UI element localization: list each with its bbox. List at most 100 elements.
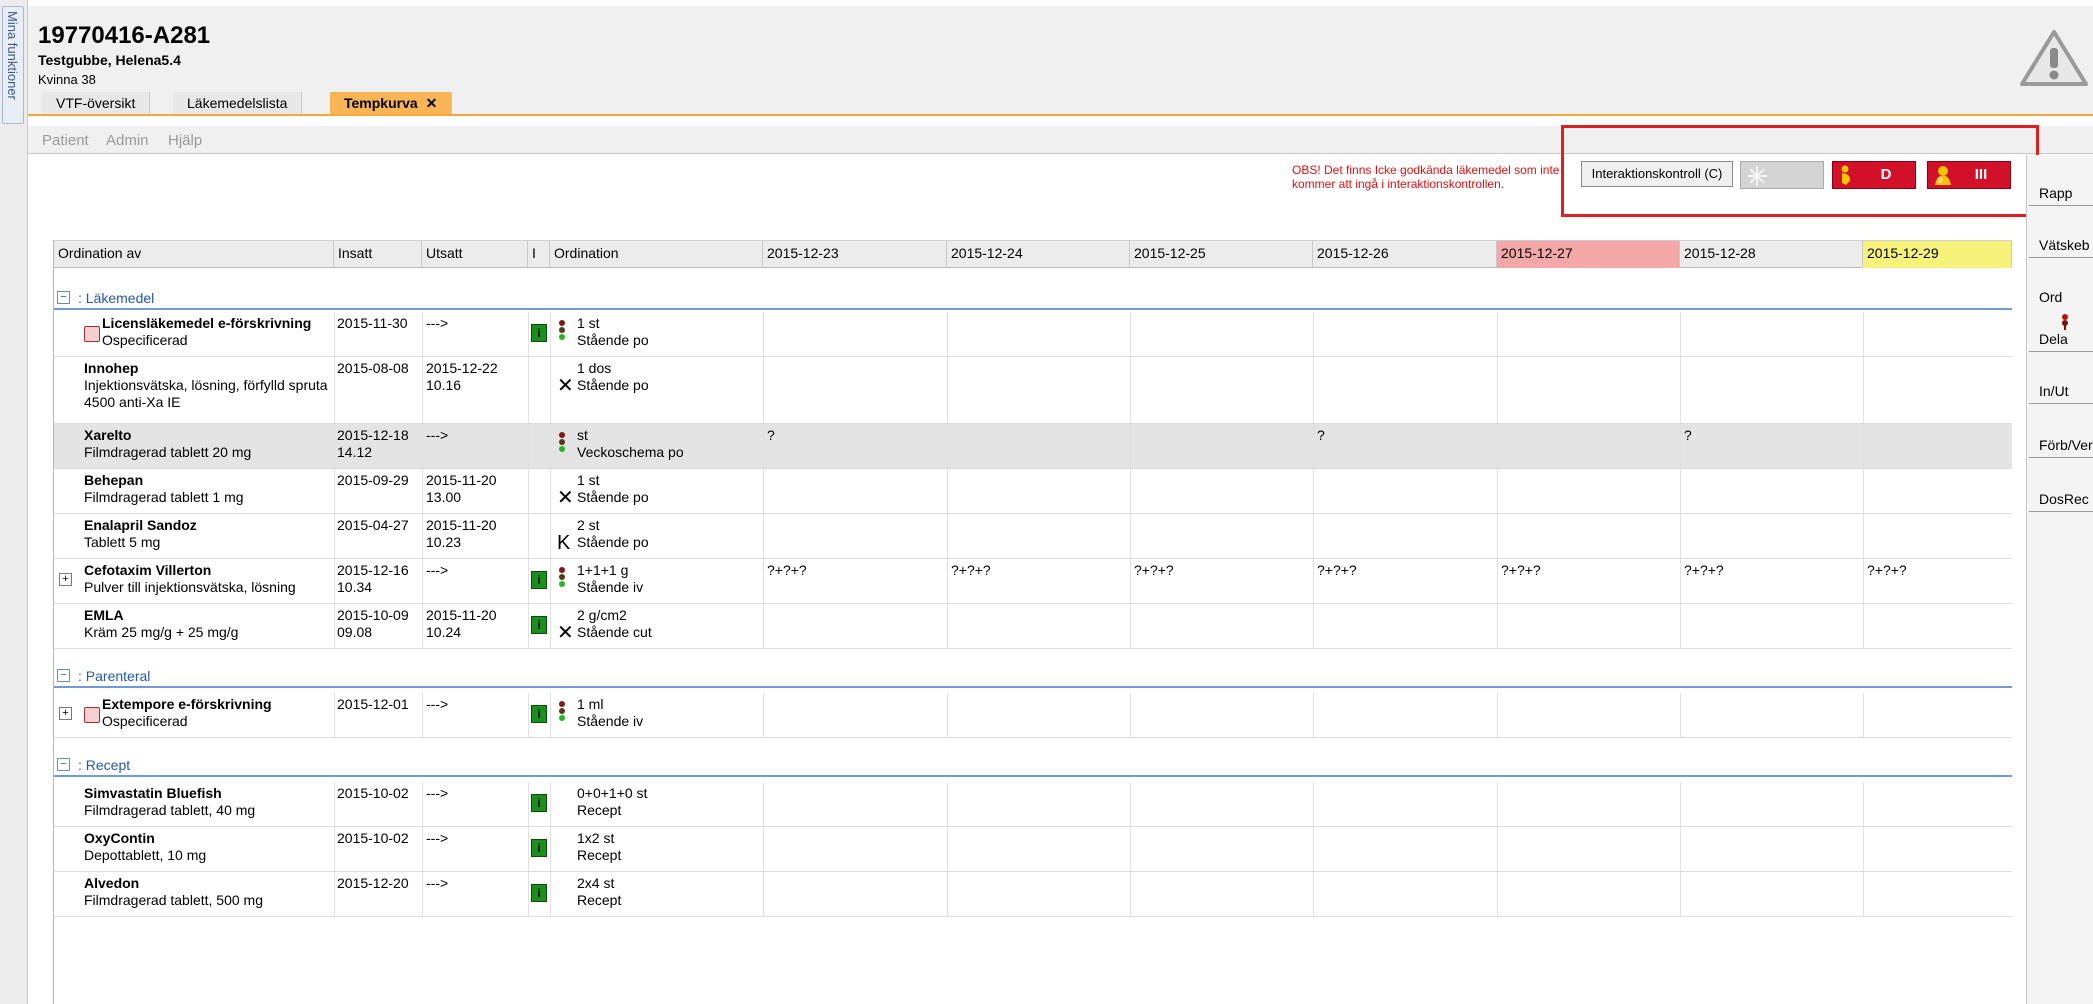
ordination-cell[interactable]: 1 st Stående po	[577, 472, 649, 506]
day-cell[interactable]: ?	[1684, 427, 1692, 444]
col-i[interactable]: I	[528, 241, 550, 268]
col-insatt[interactable]: Insatt	[334, 241, 422, 268]
dosrec-button[interactable]: DosRec	[2029, 487, 2093, 512]
utsatt-cell: --->	[426, 785, 448, 802]
column-divider	[528, 357, 529, 423]
ordination-cell[interactable]: st Veckoschema po	[577, 427, 684, 461]
info-icon[interactable]: i	[531, 616, 547, 634]
col-date-today[interactable]: 2015-12-27	[1497, 241, 1680, 268]
day-cell[interactable]: ?+?+?	[767, 562, 807, 579]
collapse-icon[interactable]: −	[57, 291, 70, 304]
table-row[interactable]: Enalapril Sandoz Tablett 5 mg 2015-04-27 20…	[54, 514, 2012, 559]
info-icon[interactable]: i	[531, 571, 547, 589]
info-icon[interactable]: i	[531, 839, 547, 857]
medication-cell[interactable]: Alvedon Filmdragerad tablett, 500 mg	[84, 875, 332, 909]
day-cell[interactable]: ?+?+?	[1501, 562, 1541, 579]
group-parenteral[interactable]: − : Parenteral	[54, 666, 2012, 688]
column-divider	[1130, 514, 1131, 558]
col-date[interactable]: 2015-12-28	[1680, 241, 1863, 268]
medication-cell[interactable]: EMLA Kräm 25 mg/g + 25 mg/g	[84, 607, 332, 641]
close-icon[interactable]: ✕	[426, 95, 438, 111]
table-row[interactable]: Licensläkemedel e-förskrivning Ospecifice…	[54, 312, 2012, 357]
column-divider	[422, 782, 423, 826]
ordination-cell[interactable]: 1 dos Stående po	[577, 360, 649, 394]
ordination-cell[interactable]: 1 ml Stående iv	[577, 696, 643, 730]
group-title: : Parenteral	[78, 668, 151, 684]
info-icon[interactable]: i	[531, 705, 547, 723]
table-row[interactable]: Xarelto Filmdragerad tablett 20 mg 2015-12…	[54, 424, 2012, 469]
ordination-cell[interactable]: 0+0+1+0 st Recept	[577, 785, 647, 819]
collapse-icon[interactable]: −	[57, 669, 70, 682]
insatt-time: 09.08	[337, 624, 373, 640]
table-row[interactable]: + Extempore e-förskrivning Ospecificerad 20…	[54, 693, 2012, 738]
table-row[interactable]: Simvastatin Bluefish Filmdragerad tablett…	[54, 782, 2012, 827]
day-cell[interactable]: ?+?+?	[1317, 562, 1357, 579]
col-date[interactable]: 2015-12-24	[947, 241, 1130, 268]
dela-button[interactable]: Dela	[2029, 331, 2093, 352]
group-recept[interactable]: − : Recept	[54, 755, 2012, 777]
medication-cell[interactable]: Cefotaxim Villerton Pulver till injektion…	[84, 562, 332, 596]
menu-admin[interactable]: Admin	[106, 132, 149, 149]
ordination-cell[interactable]: 1x2 st Recept	[577, 830, 621, 864]
medication-cell[interactable]: Innohep Injektionsvätska, lösning, förfyl…	[84, 360, 332, 411]
day-cell[interactable]: ?+?+?	[1684, 562, 1724, 579]
medication-cell[interactable]: Licensläkemedel e-förskrivning Ospecifice…	[102, 315, 332, 349]
table-row[interactable]: Innohep Injektionsvätska, lösning, förfyl…	[54, 357, 2012, 424]
table-row[interactable]: + Cefotaxim Villerton Pulver till injektio…	[54, 559, 2012, 604]
info-icon[interactable]: i	[531, 884, 547, 902]
expand-icon[interactable]: +	[59, 573, 72, 586]
col-date[interactable]: 2015-12-23	[763, 241, 947, 268]
mode-text: Stående iv	[577, 579, 644, 595]
dose-text: 1 dos	[577, 360, 612, 376]
tab-lakemedelslista[interactable]: Läkemedelslista	[173, 92, 303, 114]
day-cell[interactable]: ?+?+?	[951, 562, 991, 579]
menu-hjalp[interactable]: Hjälp	[168, 132, 202, 149]
table-row[interactable]: Behepan Filmdragerad tablett 1 mg 2015-09-…	[54, 469, 2012, 514]
medication-cell[interactable]: Simvastatin Bluefish Filmdragerad tablett…	[84, 785, 332, 819]
collapse-icon[interactable]: −	[57, 758, 70, 771]
in-ut-button[interactable]: In/Ut	[2029, 379, 2093, 404]
mode-text: Veckoschema po	[577, 444, 684, 460]
expand-icon[interactable]: +	[59, 707, 72, 720]
ordination-cell[interactable]: 1+1+1 g Stående iv	[577, 562, 643, 596]
col-date[interactable]: 2015-12-26	[1313, 241, 1497, 268]
table-row[interactable]: EMLA Kräm 25 mg/g + 25 mg/g 2015-10-09 09.0…	[54, 604, 2012, 649]
ordination-cell[interactable]: 2 g/cm2 Stående cut	[577, 607, 652, 641]
col-date[interactable]: 2015-12-25	[1130, 241, 1313, 268]
info-icon[interactable]: i	[531, 324, 547, 342]
day-cell[interactable]: ?	[767, 427, 775, 444]
info-icon[interactable]: i	[531, 794, 547, 812]
tab-vtf-oversikt[interactable]: VTF-översikt	[42, 92, 151, 114]
col-date-highlight[interactable]: 2015-12-29	[1863, 241, 2012, 268]
medication-cell[interactable]: Enalapril Sandoz Tablett 5 mg	[84, 517, 332, 551]
medication-cell[interactable]: OxyContin Depottablett, 10 mg	[84, 830, 332, 864]
medication-cell[interactable]: Extempore e-förskrivning Ospecificerad	[102, 696, 332, 730]
ordination-cell[interactable]: 2 st Stående po	[577, 517, 649, 551]
column-divider	[550, 872, 551, 916]
insatt-cell: 2015-12-18 14.12	[337, 427, 409, 461]
col-ordination-av[interactable]: Ordination av	[54, 241, 334, 268]
medication-cell[interactable]: Xarelto Filmdragerad tablett 20 mg	[84, 427, 332, 461]
ordination-cell[interactable]: 2x4 st Recept	[577, 875, 621, 909]
column-divider	[1130, 469, 1131, 513]
col-utsatt[interactable]: Utsatt	[422, 241, 528, 268]
traffic-light-icon	[559, 432, 567, 453]
vatskebalans-button[interactable]: Vätskeb	[2029, 233, 2093, 258]
tab-tempkurva[interactable]: Tempkurva ✕	[330, 92, 453, 114]
medication-description: Filmdragerad tablett 20 mg	[84, 444, 252, 460]
medication-cell[interactable]: Behepan Filmdragerad tablett 1 mg	[84, 472, 332, 506]
day-cell[interactable]: ?	[1317, 427, 1325, 444]
day-cell[interactable]: ?+?+?	[1867, 562, 1907, 579]
rapp-button[interactable]: Rapp	[2029, 181, 2093, 206]
group-lakemedel[interactable]: − : Läkemedel	[54, 288, 2012, 310]
table-row[interactable]: OxyContin Depottablett, 10 mg 2015-10-02 --…	[54, 827, 2012, 872]
ord-button[interactable]: Ord	[2029, 285, 2093, 309]
mina-funktioner-tab[interactable]: Mina funktioner	[2, 6, 24, 124]
menu-patient[interactable]: Patient	[42, 132, 89, 149]
col-ordination[interactable]: Ordination	[550, 241, 763, 268]
table-row[interactable]: Alvedon Filmdragerad tablett, 500 mg 2015-…	[54, 872, 2012, 917]
warning-icon[interactable]	[2019, 28, 2089, 88]
forb-ver-button[interactable]: Förb/Ver	[2029, 433, 2093, 458]
ordination-cell[interactable]: 1 st Stående po	[577, 315, 649, 349]
day-cell[interactable]: ?+?+?	[1134, 562, 1174, 579]
